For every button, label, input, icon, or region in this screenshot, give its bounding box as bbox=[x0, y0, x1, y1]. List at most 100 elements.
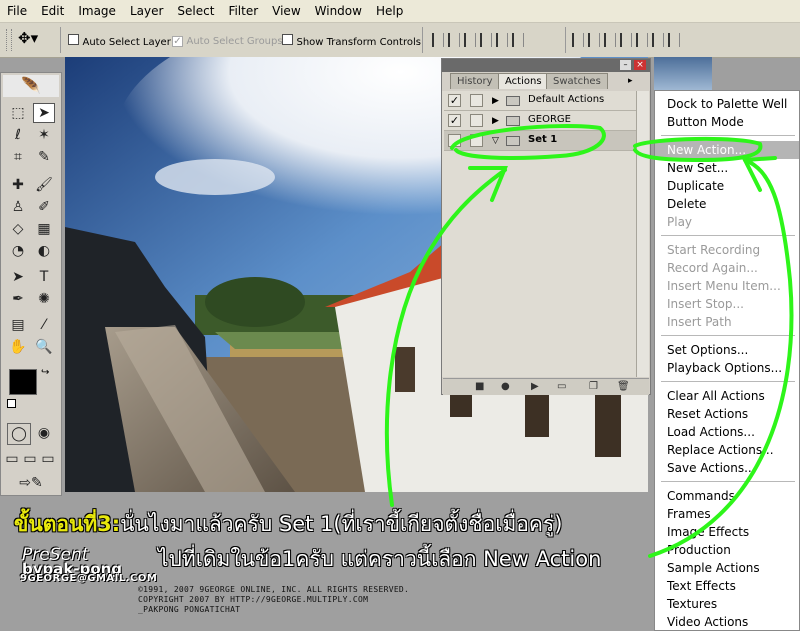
menu-item-button-mode[interactable]: Button Mode bbox=[655, 113, 799, 131]
notes-tool-icon[interactable]: ▤ bbox=[7, 315, 29, 335]
gradient-tool-icon[interactable]: ▦ bbox=[33, 219, 55, 239]
eraser-tool-icon[interactable]: ◇ bbox=[7, 219, 29, 239]
distribute-extra-icon[interactable] bbox=[668, 33, 680, 47]
dodge-tool-icon[interactable]: ◐ bbox=[33, 241, 55, 261]
show-transform-controls-checkbox[interactable]: Show Transform Controls bbox=[282, 34, 421, 48]
tab-actions[interactable]: Actions bbox=[498, 73, 549, 89]
trash-icon[interactable]: 🗑 bbox=[617, 381, 630, 392]
foreground-color-swatch[interactable] bbox=[9, 369, 37, 395]
menu-item-sample-actions[interactable]: Sample Actions bbox=[655, 559, 799, 577]
magic-wand-tool-icon[interactable]: ✶ bbox=[33, 125, 55, 145]
menu-item-duplicate[interactable]: Duplicate bbox=[655, 177, 799, 195]
menu-item-new-set[interactable]: New Set... bbox=[655, 159, 799, 177]
record-icon[interactable]: ● bbox=[501, 381, 510, 392]
tab-history[interactable]: History bbox=[450, 73, 500, 89]
jump-to-imageready-icon[interactable]: ⇨✎ bbox=[7, 473, 55, 493]
checkbox-box[interactable] bbox=[282, 34, 293, 45]
blur-tool-icon[interactable]: ◔ bbox=[7, 241, 29, 261]
palette-menu-arrow-icon[interactable]: ▸ bbox=[628, 76, 633, 86]
hand-tool-icon[interactable]: ✋ bbox=[7, 337, 29, 357]
screen-mode-menu-icon[interactable]: ▭ bbox=[21, 449, 39, 469]
align-top-icon[interactable] bbox=[432, 33, 444, 47]
distribute-buttons[interactable] bbox=[572, 33, 684, 50]
align-bottom-icon[interactable] bbox=[464, 33, 476, 47]
close-icon[interactable]: × bbox=[634, 60, 646, 70]
crop-tool-icon[interactable]: ⌗ bbox=[7, 147, 29, 167]
menu-item-frames[interactable]: Frames bbox=[655, 505, 799, 523]
default-colors-icon[interactable] bbox=[7, 399, 16, 408]
swap-colors-icon[interactable]: ↪ bbox=[41, 367, 49, 378]
menu-view[interactable]: View bbox=[265, 0, 307, 22]
menu-layer[interactable]: Layer bbox=[123, 0, 170, 22]
new-action-icon[interactable]: ❐ bbox=[589, 381, 598, 392]
quick-mask-mode-icon[interactable]: ◉ bbox=[33, 423, 55, 443]
menu-filter[interactable]: Filter bbox=[221, 0, 265, 22]
menu-item-textures[interactable]: Textures bbox=[655, 595, 799, 613]
screen-mode-standard-icon[interactable]: ▭ bbox=[3, 449, 21, 469]
align-buttons[interactable] bbox=[432, 33, 528, 50]
play-icon[interactable]: ▶ bbox=[531, 381, 539, 392]
move-tool-icon[interactable]: ➤ bbox=[33, 103, 55, 123]
menu-item-image-effects[interactable]: Image Effects bbox=[655, 523, 799, 541]
brush-tool-icon[interactable]: 🖌 bbox=[33, 175, 55, 195]
screen-mode-full-icon[interactable]: ▭ bbox=[39, 449, 57, 469]
dialog-toggle[interactable] bbox=[470, 134, 483, 147]
dialog-toggle[interactable] bbox=[470, 94, 483, 107]
menu-item-save-actions[interactable]: Save Actions... bbox=[655, 459, 799, 477]
distribute-vcenter-icon[interactable] bbox=[588, 33, 600, 47]
menu-item-reset-actions[interactable]: Reset Actions bbox=[655, 405, 799, 423]
expand-arrow-icon[interactable]: ▶ bbox=[492, 116, 499, 126]
stop-icon[interactable]: ■ bbox=[475, 381, 484, 392]
lasso-tool-icon[interactable]: ℓ bbox=[7, 125, 29, 145]
distribute-left-icon[interactable] bbox=[620, 33, 632, 47]
menu-item-delete[interactable]: Delete bbox=[655, 195, 799, 213]
menu-image[interactable]: Image bbox=[71, 0, 123, 22]
align-left-icon[interactable] bbox=[480, 33, 492, 47]
standard-mode-icon[interactable]: ◯ bbox=[7, 423, 31, 445]
toggle-checkbox[interactable]: ✓ bbox=[448, 114, 461, 127]
toggle-checkbox[interactable] bbox=[448, 134, 461, 147]
checkbox-box[interactable] bbox=[68, 34, 79, 45]
shape-tool-icon[interactable]: ✺ bbox=[33, 289, 55, 309]
scrollbar[interactable] bbox=[636, 91, 649, 377]
menu-item-video-actions[interactable]: Video Actions bbox=[655, 613, 799, 631]
dialog-toggle[interactable] bbox=[470, 114, 483, 127]
menu-item-text-effects[interactable]: Text Effects bbox=[655, 577, 799, 595]
distribute-bottom-icon[interactable] bbox=[604, 33, 616, 47]
minimize-icon[interactable]: – bbox=[620, 60, 631, 70]
menu-select[interactable]: Select bbox=[170, 0, 221, 22]
menu-window[interactable]: Window bbox=[308, 0, 369, 22]
menu-item-load-actions[interactable]: Load Actions... bbox=[655, 423, 799, 441]
distribute-right-icon[interactable] bbox=[652, 33, 664, 47]
menu-item-dock-to-palette-well[interactable]: Dock to Palette Well bbox=[655, 95, 799, 113]
menu-item-new-action[interactable]: New Action... bbox=[655, 141, 799, 159]
align-vcenter-icon[interactable] bbox=[448, 33, 460, 47]
distribute-hcenter-icon[interactable] bbox=[636, 33, 648, 47]
menu-item-clear-all-actions[interactable]: Clear All Actions bbox=[655, 387, 799, 405]
action-set-row[interactable]: ▽ Set 1 bbox=[444, 131, 636, 151]
move-tool-preset-icon[interactable]: ✥▾ bbox=[18, 29, 38, 47]
new-set-icon[interactable]: ▭ bbox=[557, 381, 566, 392]
auto-select-layer-checkbox[interactable]: Auto Select Layer bbox=[68, 34, 171, 48]
pen-tool-icon[interactable]: ✒ bbox=[7, 289, 29, 309]
marquee-tool-icon[interactable]: ⬚ bbox=[7, 103, 29, 123]
align-hcenter-icon[interactable] bbox=[496, 33, 508, 47]
menu-item-commands[interactable]: Commands bbox=[655, 487, 799, 505]
toggle-checkbox[interactable]: ✓ bbox=[448, 94, 461, 107]
healing-brush-tool-icon[interactable]: ✚ bbox=[7, 175, 29, 195]
expand-arrow-icon[interactable]: ▶ bbox=[492, 96, 499, 106]
tab-swatches[interactable]: Swatches bbox=[546, 73, 608, 89]
distribute-top-icon[interactable] bbox=[572, 33, 584, 47]
action-set-row[interactable]: ✓ ▶ GEORGE bbox=[444, 111, 636, 131]
action-set-row[interactable]: ✓ ▶ Default Actions bbox=[444, 91, 636, 111]
palette-titlebar[interactable] bbox=[442, 59, 650, 72]
menu-item-set-options[interactable]: Set Options... bbox=[655, 341, 799, 359]
eyedropper-tool-icon[interactable]: ⁄ bbox=[33, 315, 55, 335]
history-brush-tool-icon[interactable]: ✐ bbox=[33, 197, 55, 217]
clone-stamp-tool-icon[interactable]: ♙ bbox=[7, 197, 29, 217]
menu-item-replace-actions[interactable]: Replace Actions... bbox=[655, 441, 799, 459]
path-selection-tool-icon[interactable]: ➤ bbox=[7, 267, 29, 287]
collapse-arrow-icon[interactable]: ▽ bbox=[492, 136, 499, 146]
menu-item-playback-options[interactable]: Playback Options... bbox=[655, 359, 799, 377]
zoom-tool-icon[interactable]: 🔍 bbox=[33, 337, 55, 357]
